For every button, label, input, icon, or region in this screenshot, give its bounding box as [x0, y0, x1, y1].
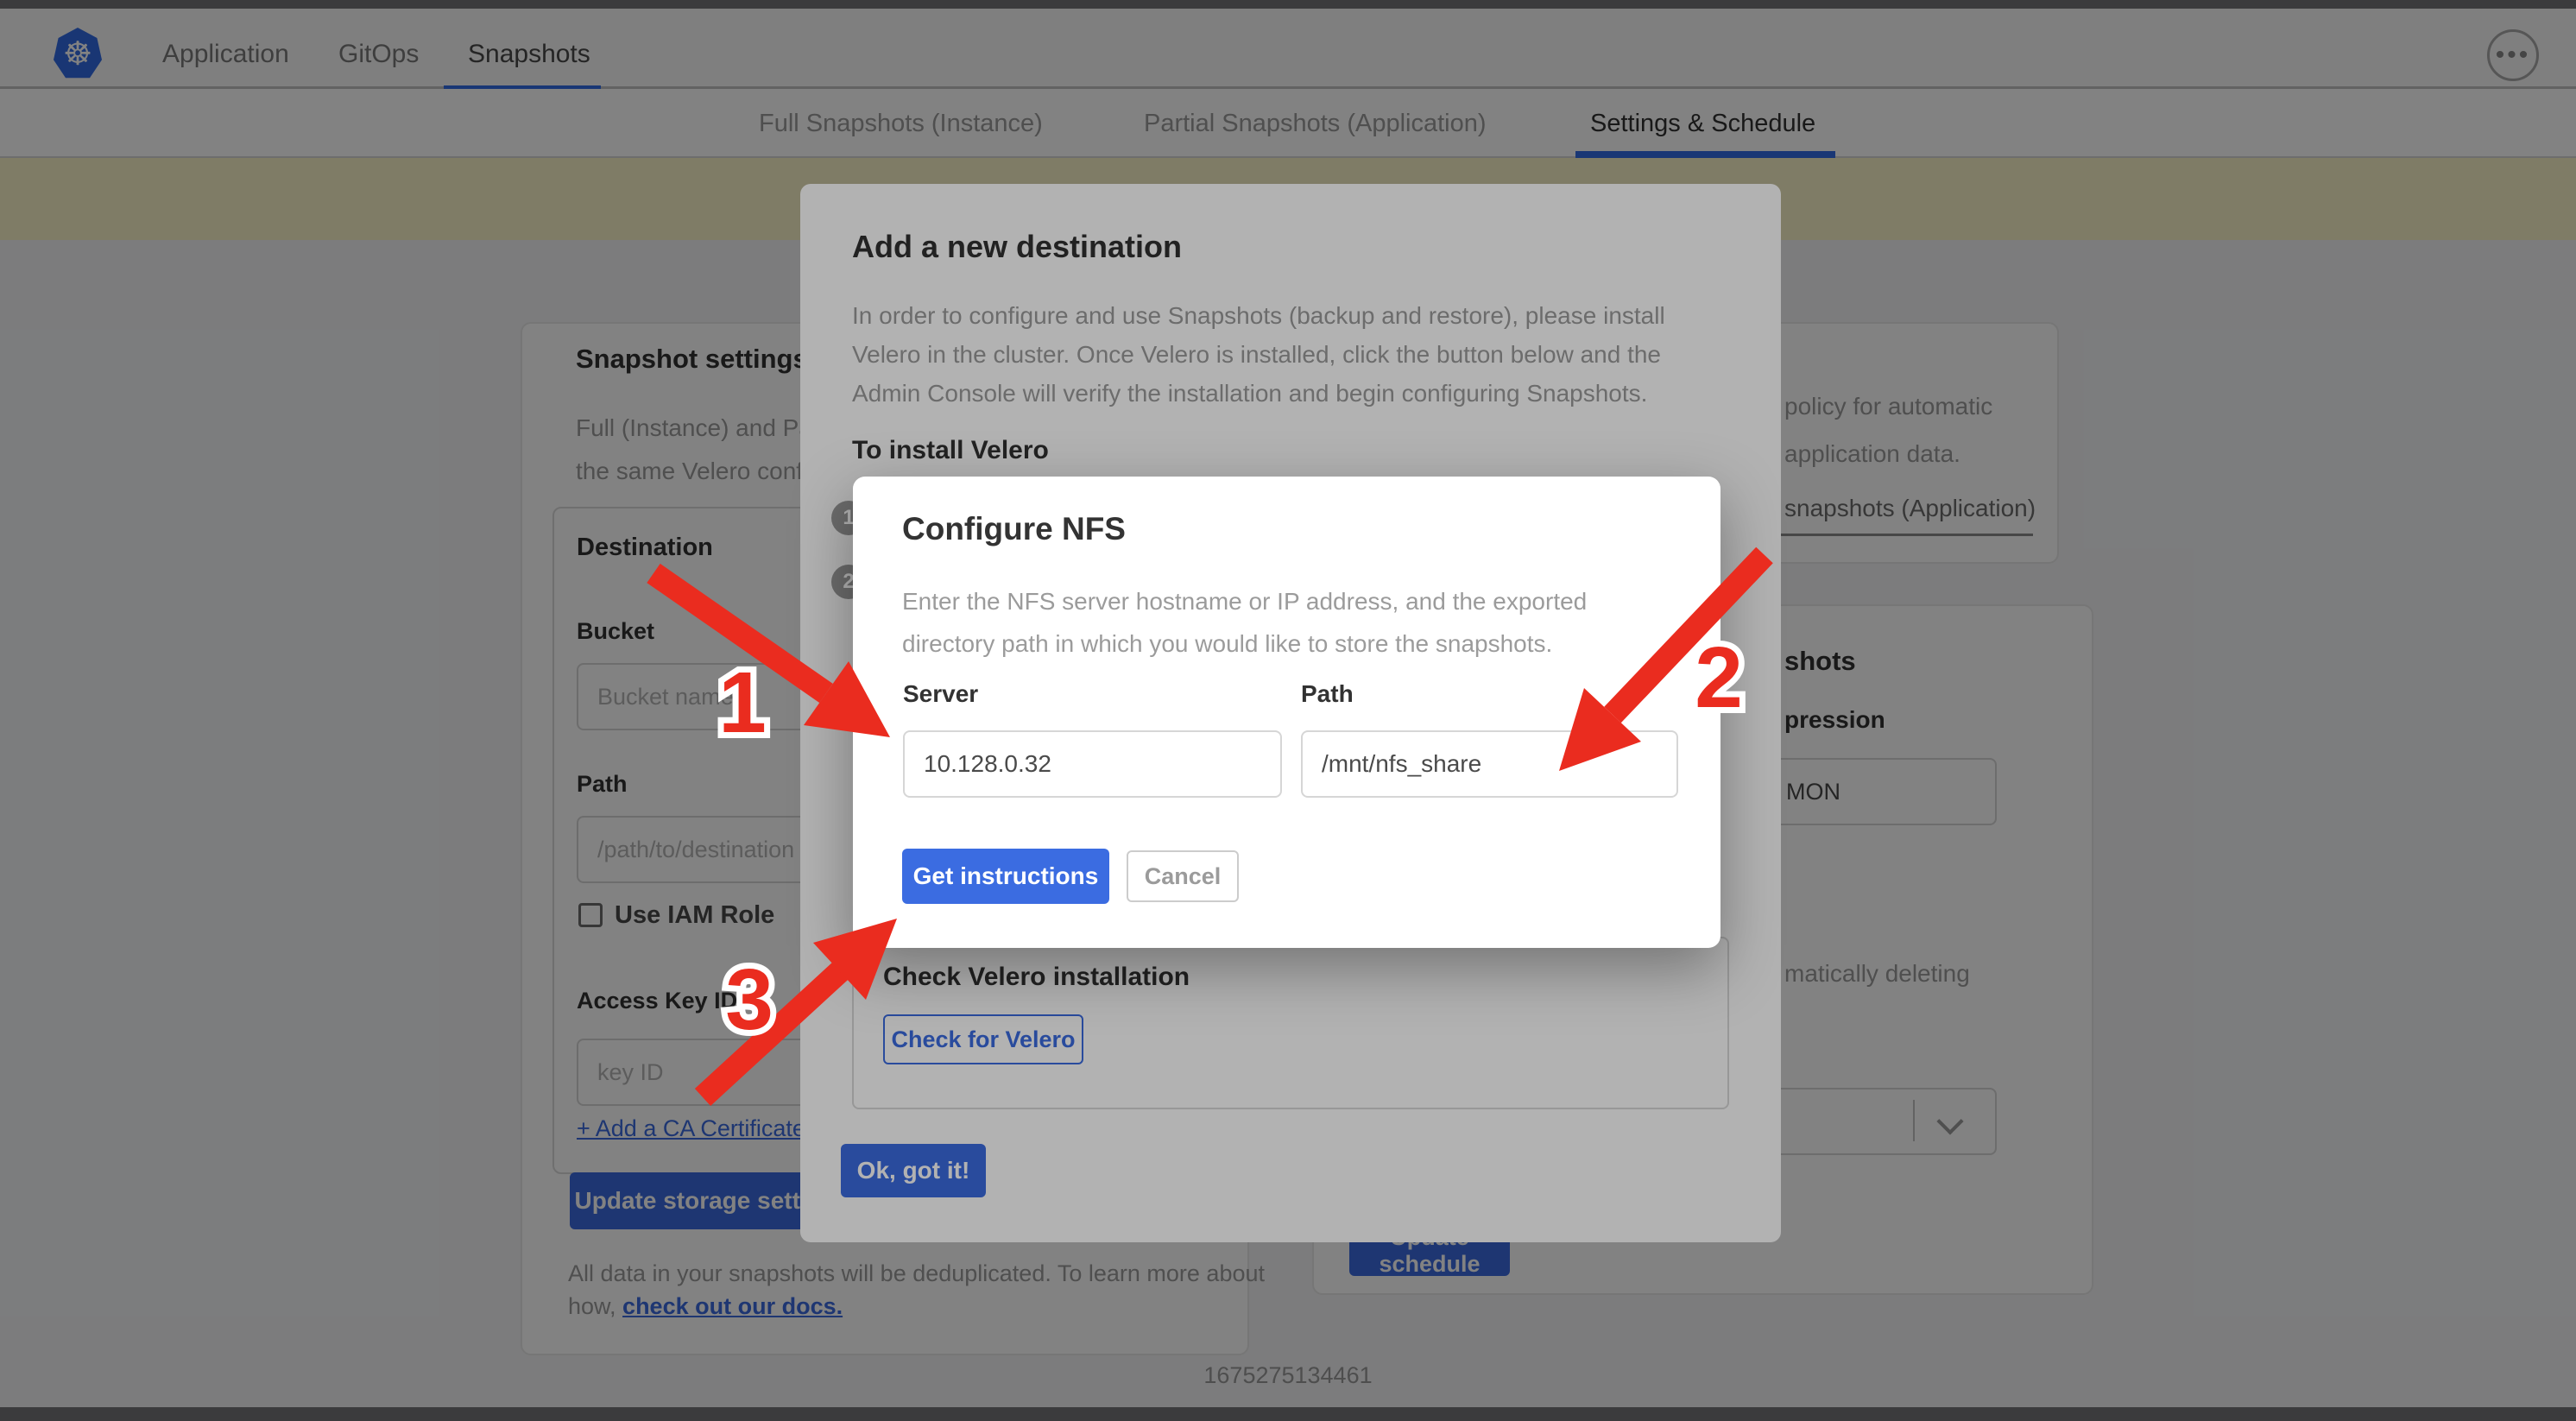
server-input[interactable] — [903, 730, 1282, 798]
server-label: Server — [903, 680, 978, 708]
browser-chrome-bottom — [0, 1407, 2576, 1421]
nfs-modal-description: Enter the NFS server hostname or IP addr… — [902, 580, 1587, 665]
nfs-desc-line2: directory path in which you would like t… — [902, 622, 1587, 665]
nfs-path-input[interactable] — [1301, 730, 1678, 798]
browser-chrome-top — [0, 0, 2576, 9]
nfs-modal-title: Configure NFS — [902, 511, 1126, 547]
configure-nfs-modal: Configure NFS Enter the NFS server hostn… — [853, 477, 1720, 948]
nfs-path-label: Path — [1301, 680, 1354, 708]
get-instructions-button[interactable]: Get instructions — [902, 849, 1109, 904]
nfs-desc-line1: Enter the NFS server hostname or IP addr… — [902, 580, 1587, 622]
cancel-button[interactable]: Cancel — [1127, 850, 1239, 902]
